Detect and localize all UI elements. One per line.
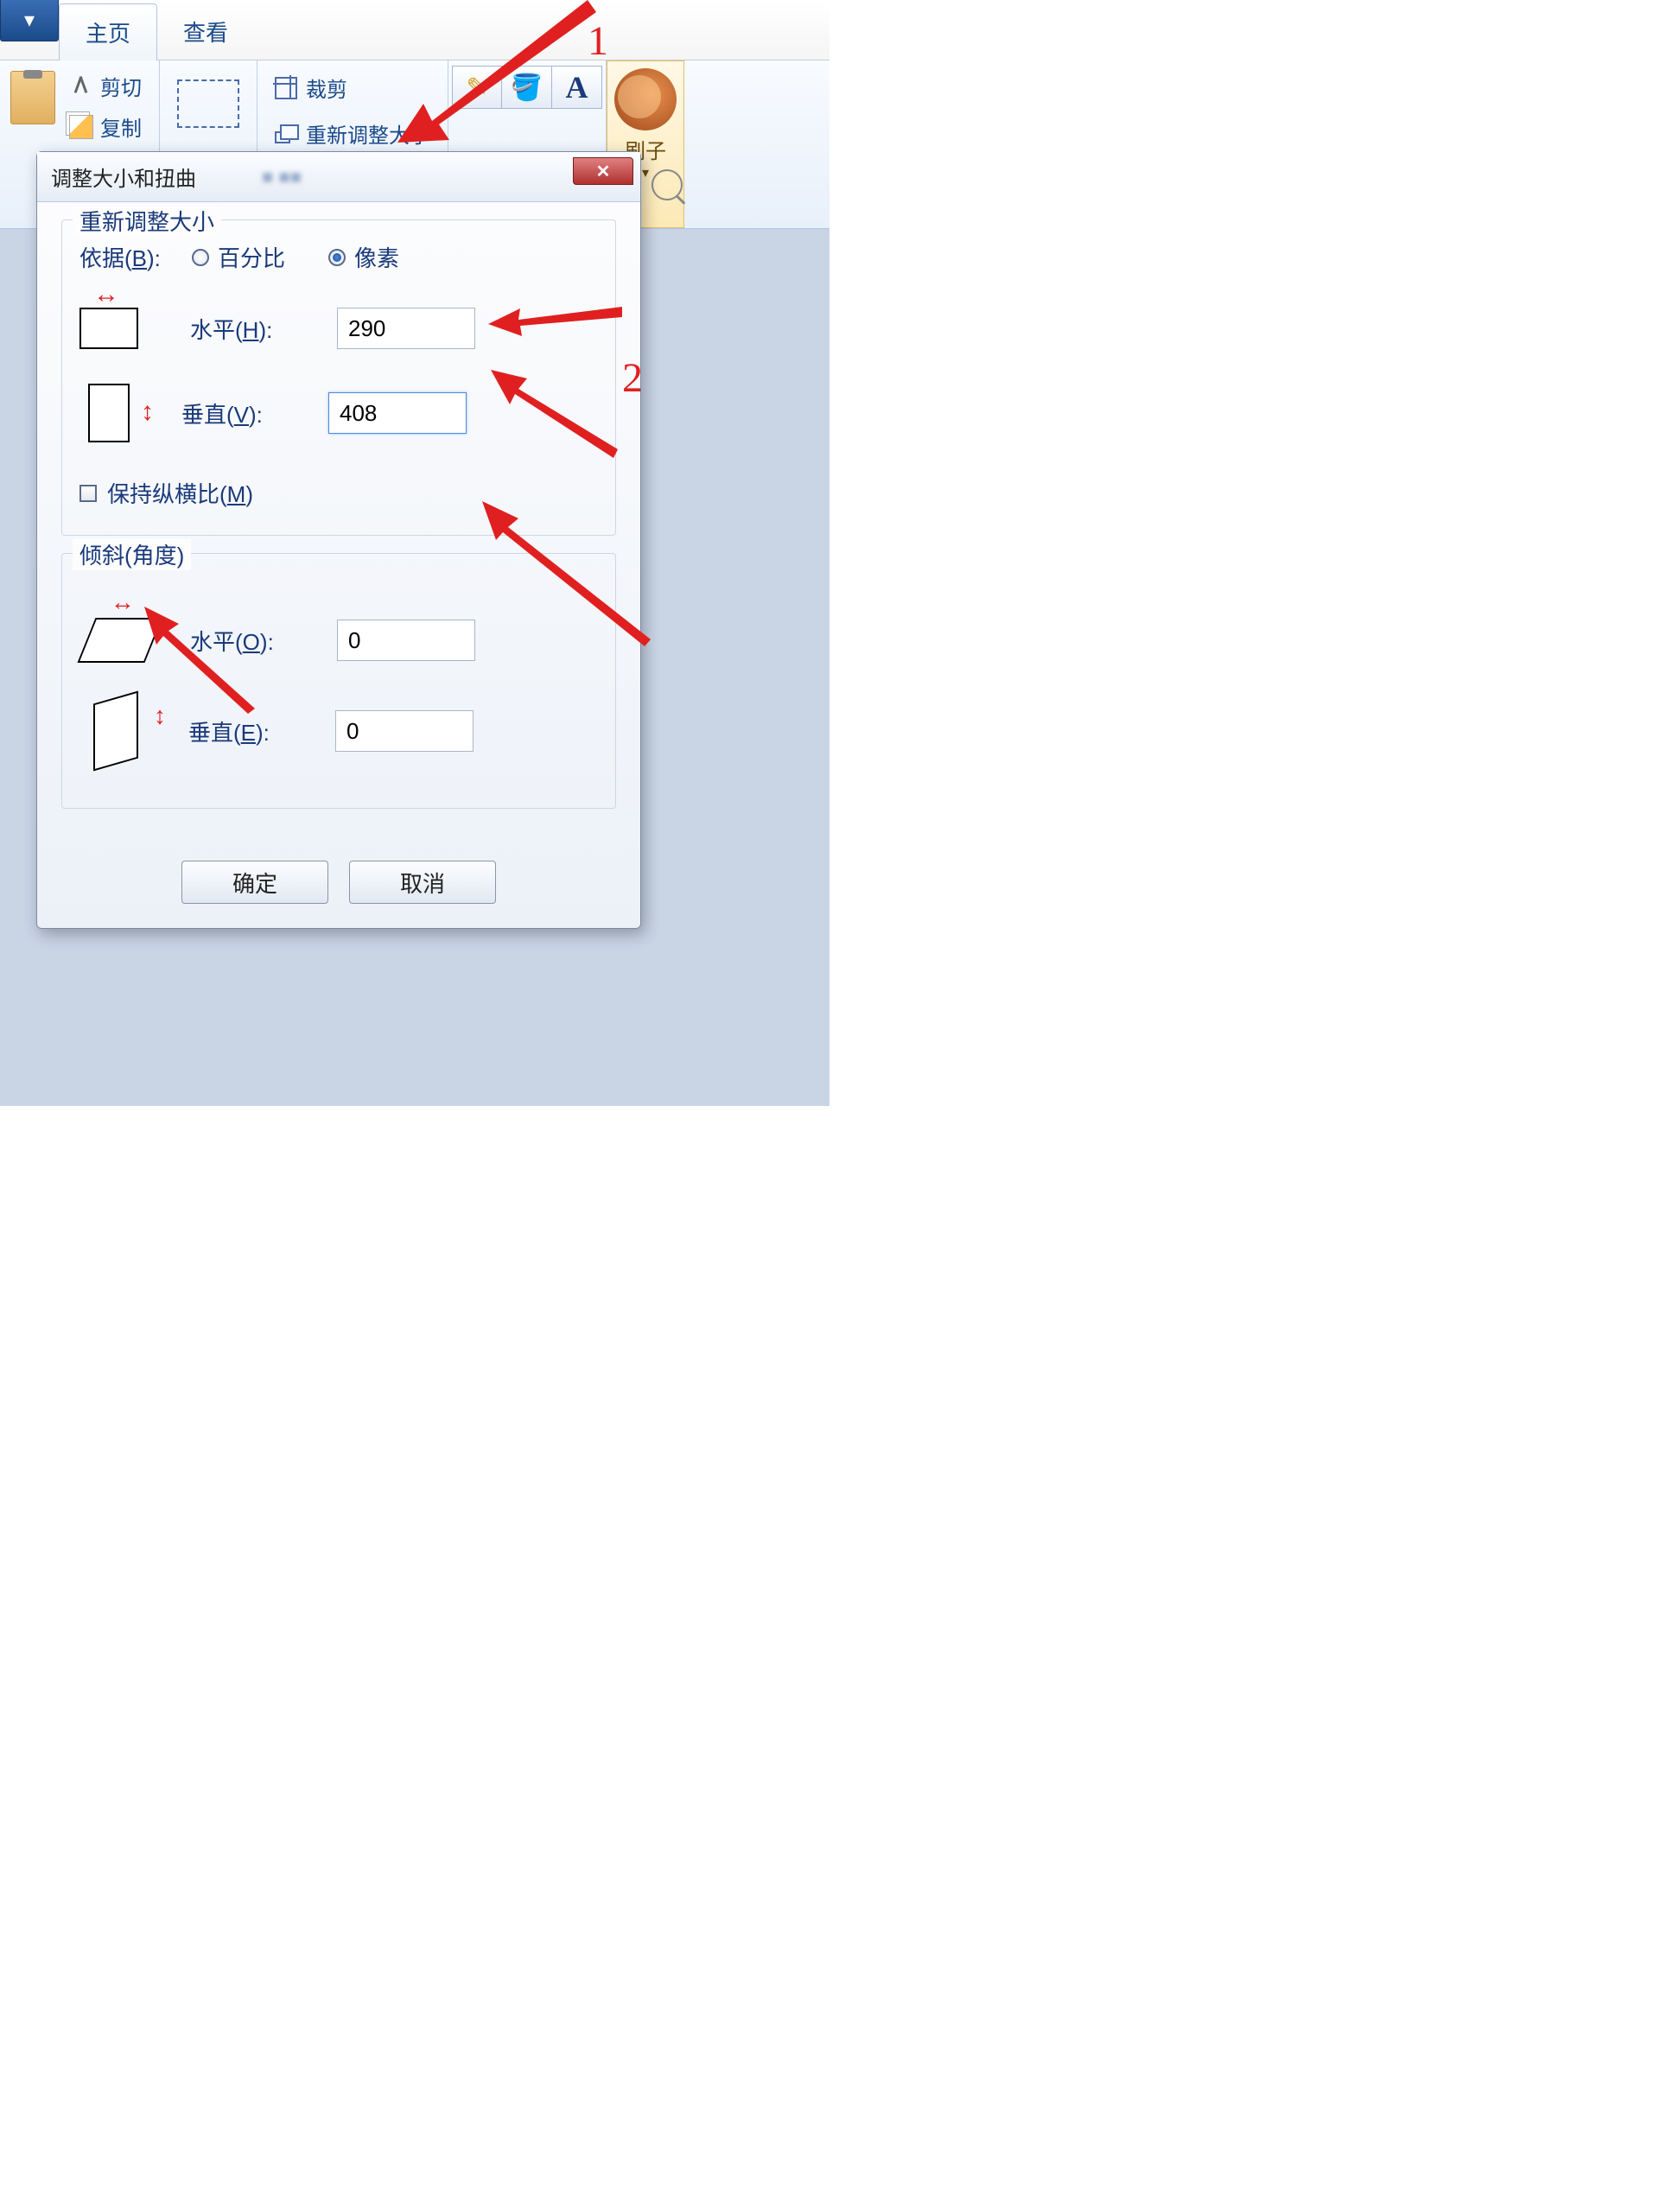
- radio-percentage[interactable]: 百分比: [192, 241, 285, 273]
- ribbon-tab-bar: ▾ 主页 查看: [0, 0, 830, 60]
- horizontal-size-icon: [79, 308, 138, 349]
- skew-horizontal-label: 水平(O):: [190, 625, 337, 657]
- maintain-aspect-checkbox[interactable]: 保持纵横比(M): [79, 477, 598, 509]
- resize-fieldset: 重新调整大小 依据(B): 百分比 像素 水平(H):: [61, 219, 616, 536]
- dialog-titlebar[interactable]: 调整大小和扭曲 ■ ■■ ✕: [37, 152, 640, 202]
- vertical-size-icon: [88, 384, 130, 442]
- radio-icon: [328, 249, 346, 266]
- tab-home[interactable]: 主页: [59, 3, 157, 60]
- resize-vertical-input[interactable]: [328, 392, 467, 434]
- text-icon: A: [566, 69, 588, 105]
- percent-label: 百分比: [218, 241, 285, 273]
- resize-label: 重新调整大小: [306, 118, 430, 149]
- copy-icon: [69, 115, 93, 139]
- text-tool[interactable]: A: [552, 66, 602, 109]
- radio-pixels[interactable]: 像素: [328, 241, 399, 273]
- scissors-icon: [69, 74, 93, 99]
- resize-legend: 重新调整大小: [73, 205, 221, 237]
- copy-button[interactable]: 复制: [62, 108, 149, 145]
- resize-vertical-label: 垂直(V):: [181, 397, 328, 429]
- crop-icon: [275, 77, 297, 99]
- chevron-down-icon: ▾: [24, 8, 35, 33]
- radio-icon: [192, 249, 209, 266]
- copy-label: 复制: [100, 111, 142, 142]
- cut-button[interactable]: 剪切: [62, 67, 149, 105]
- resize-horizontal-label: 水平(H):: [190, 313, 337, 345]
- cut-label: 剪切: [100, 71, 142, 101]
- crop-label: 裁剪: [306, 73, 347, 103]
- aspect-label: 保持纵横比(M): [107, 477, 253, 509]
- resize-button[interactable]: 重新调整大小: [270, 115, 435, 152]
- close-icon: ✕: [596, 161, 611, 182]
- annotation-2: 2: [622, 354, 643, 402]
- resize-icon: [275, 123, 297, 145]
- pencil-tool[interactable]: ✎: [452, 66, 502, 109]
- annotation-1: 1: [588, 17, 608, 65]
- brush-icon: [614, 68, 677, 130]
- pencil-icon: ✎: [466, 73, 487, 103]
- resize-skew-dialog: 调整大小和扭曲 ■ ■■ ✕ 重新调整大小 依据(B): 百分比 像素: [36, 151, 641, 929]
- crop-button[interactable]: 裁剪: [270, 69, 435, 106]
- bucket-icon: 🪣: [511, 73, 543, 103]
- fill-tool[interactable]: 🪣: [502, 66, 552, 109]
- skew-vertical-label: 垂直(E):: [188, 715, 335, 747]
- app-menu-button[interactable]: ▾: [0, 0, 59, 41]
- pixels-label: 像素: [354, 241, 399, 273]
- selection-tool-icon[interactable]: [177, 79, 239, 128]
- skew-fieldset: 倾斜(角度) 水平(O): 垂直(E):: [61, 553, 616, 809]
- vertical-skew-icon: [93, 691, 138, 772]
- checkbox-icon: [79, 485, 97, 502]
- horizontal-skew-icon: [77, 618, 162, 663]
- skew-vertical-input[interactable]: [335, 710, 474, 752]
- ok-button[interactable]: 确定: [181, 861, 328, 904]
- resize-horizontal-input[interactable]: [337, 308, 475, 349]
- close-button[interactable]: ✕: [573, 157, 633, 185]
- cancel-button[interactable]: 取消: [349, 861, 496, 904]
- skew-horizontal-input[interactable]: [337, 620, 475, 661]
- tab-view[interactable]: 查看: [157, 3, 254, 60]
- dialog-title: 调整大小和扭曲: [51, 162, 196, 192]
- magnifier-icon[interactable]: [652, 169, 683, 200]
- background-blur: ■ ■■: [262, 166, 302, 188]
- skew-legend: 倾斜(角度): [73, 538, 191, 570]
- by-label: 依据(B):: [79, 241, 192, 273]
- paste-button[interactable]: [10, 71, 55, 124]
